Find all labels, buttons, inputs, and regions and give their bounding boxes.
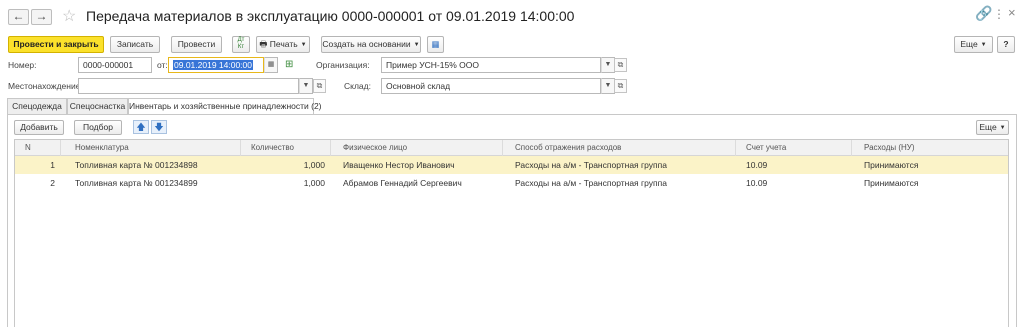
close-icon[interactable]: × — [1008, 5, 1016, 20]
move-up-icon[interactable]: 🡅 — [133, 120, 149, 134]
dt-kt-icon[interactable]: Дт Кт — [232, 36, 250, 53]
column-header-item[interactable]: Номенклатура — [61, 140, 241, 156]
row-person[interactable]: Абрамов Геннадий Сергеевич — [343, 174, 462, 192]
row-person[interactable]: Иващенко Нестор Иванович — [343, 156, 455, 174]
printer-icon: 🖶 — [259, 39, 268, 49]
create-based-label: Создать на основании — [322, 39, 411, 49]
chevron-down-icon[interactable]: ▼ — [601, 57, 615, 73]
column-header-method[interactable]: Способ отражения расходов — [503, 140, 736, 156]
warehouse-label: Склад: — [344, 81, 371, 91]
calendar-icon[interactable]: ▦ — [264, 57, 278, 73]
back-button[interactable]: ← — [8, 9, 29, 25]
move-down-icon[interactable]: 🡇 — [151, 120, 167, 134]
table-more-label: Еще — [979, 122, 997, 132]
table-row[interactable]: 2 Топливная карта № 001234899 1,000 Абра… — [15, 174, 1008, 192]
page-title: Передача материалов в эксплуатацию 0000-… — [86, 8, 575, 24]
column-header-expense[interactable]: Расходы (НУ) — [852, 140, 1010, 156]
add-button[interactable]: Добавить — [14, 120, 64, 135]
location-label: Местонахождение: — [8, 81, 83, 91]
row-quantity[interactable]: 1,000 — [241, 174, 325, 192]
help-button[interactable]: ? — [997, 36, 1015, 53]
table-row[interactable]: 1 Топливная карта № 001234898 1,000 Иващ… — [15, 156, 1008, 174]
date-label: от: — [157, 60, 168, 70]
open-link-icon[interactable]: ⧉ — [614, 79, 627, 93]
post-and-close-button[interactable]: Провести и закрыть — [8, 36, 104, 53]
organization-label: Организация: — [316, 60, 370, 70]
table-header: N Номенклатура Количество Физическое лиц… — [15, 140, 1008, 156]
row-expense[interactable]: Принимаются — [864, 156, 918, 174]
row-account[interactable]: 10.09 — [746, 174, 767, 192]
more-label: Еще — [960, 39, 978, 49]
table-more-button[interactable]: Еще ▼ — [976, 120, 1009, 135]
inventory-table: N Номенклатура Количество Физическое лиц… — [14, 139, 1009, 327]
select-button[interactable]: Подбор — [74, 120, 122, 135]
row-account[interactable]: 10.09 — [746, 156, 767, 174]
warehouse-field[interactable]: Основной склад — [381, 78, 601, 94]
row-item[interactable]: Топливная карта № 001234898 — [75, 156, 198, 174]
row-method[interactable]: Расходы на а/м - Транспортная группа — [515, 156, 667, 174]
row-expense[interactable]: Принимаются — [864, 174, 918, 192]
post-button[interactable]: Провести — [171, 36, 222, 53]
save-button[interactable]: Записать — [110, 36, 160, 53]
favorite-star-icon[interactable]: ☆ — [62, 6, 76, 26]
row-quantity[interactable]: 1,000 — [241, 156, 325, 174]
number-field[interactable]: 0000-000001 — [78, 57, 152, 73]
row-number: 2 — [50, 178, 55, 188]
date-value: 09.01.2019 14:00:00 — [173, 60, 253, 70]
open-link-icon[interactable]: ⧉ — [313, 79, 326, 93]
tab-special-equipment[interactable]: Спецоснастка — [67, 98, 128, 114]
row-item[interactable]: Топливная карта № 001234899 — [75, 174, 198, 192]
date-edit-icon[interactable]: ⊞ — [285, 59, 293, 70]
column-header-n[interactable]: N — [15, 140, 61, 156]
create-based-on-button[interactable]: Создать на основании ▼ — [321, 36, 421, 53]
more-button[interactable]: Еще ▼ — [954, 36, 993, 53]
menu-dots-icon[interactable]: ⋮ — [993, 7, 1005, 21]
location-field[interactable] — [78, 78, 299, 94]
row-method[interactable]: Расходы на а/м - Транспортная группа — [515, 174, 667, 192]
tab-workwear[interactable]: Спецодежда — [7, 98, 67, 114]
chevron-down-icon: ▼ — [999, 125, 1006, 131]
report-structure-icon[interactable]: ▦ — [427, 36, 444, 53]
link-icon[interactable]: 🔗 — [975, 5, 992, 22]
chevron-down-icon[interactable]: ▼ — [299, 78, 313, 94]
column-header-quantity[interactable]: Количество — [241, 140, 331, 156]
number-label: Номер: — [8, 60, 37, 70]
organization-field[interactable]: Пример УСН-15% ООО — [381, 57, 601, 73]
column-header-person[interactable]: Физическое лицо — [331, 140, 503, 156]
tab-inventory[interactable]: Инвентарь и хозяйственные принадлежности… — [128, 98, 322, 115]
chevron-down-icon: ▼ — [413, 42, 420, 48]
column-header-account[interactable]: Счет учета — [736, 140, 852, 156]
chevron-down-icon: ▼ — [980, 42, 987, 48]
arrow-left-icon: ← — [12, 9, 25, 23]
row-number: 1 — [50, 160, 55, 170]
open-link-icon[interactable]: ⧉ — [614, 58, 627, 72]
print-label: Печать — [269, 39, 298, 49]
forward-button[interactable]: → — [31, 9, 52, 25]
print-button[interactable]: 🖶 Печать ▼ — [256, 36, 310, 53]
chevron-down-icon[interactable]: ▼ — [601, 78, 615, 94]
chevron-down-icon: ▼ — [300, 42, 307, 48]
arrow-right-icon: → — [35, 9, 48, 23]
date-field[interactable]: 09.01.2019 14:00:00 — [168, 57, 264, 73]
